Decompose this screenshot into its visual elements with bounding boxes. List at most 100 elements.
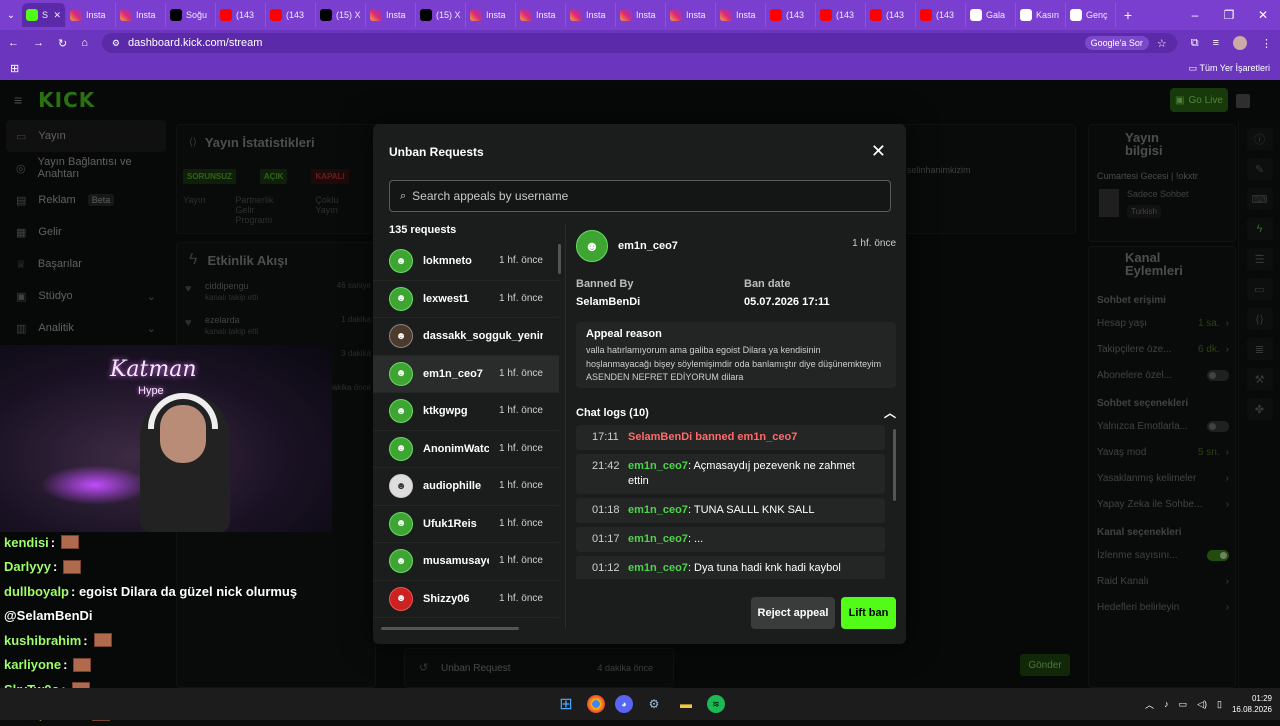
tab-6[interactable]: (15) X (316, 3, 366, 27)
tab-16[interactable]: (143 (816, 3, 866, 27)
request-username: AnonimWatcherX (423, 443, 489, 455)
restore-icon[interactable]: ❐ (1212, 8, 1246, 22)
tab-label: Gala (986, 10, 1005, 20)
chevron-up-tray-icon[interactable]: ︿ (1145, 698, 1154, 711)
reject-appeal-button[interactable]: Reject appeal (751, 597, 835, 629)
list-item[interactable]: ☻Ufuk1Reis1 hf. önce (373, 506, 559, 544)
tab-10[interactable]: Insta (516, 3, 566, 27)
tab-18[interactable]: (143 (916, 3, 966, 27)
appeal-reason-text: valla hatırlamıyorum ama galiba egoist D… (586, 344, 886, 385)
new-tab-button[interactable]: + (1116, 7, 1140, 23)
mic-icon[interactable]: ♪ (1164, 699, 1169, 709)
request-username: Shizzy06 (423, 593, 489, 605)
appeal-detail: ☻ em1n_ceo7 1 hf. önce Banned By SelamBe… (576, 224, 896, 624)
tab-label: S (42, 10, 48, 20)
close-icon[interactable]: ✕ (871, 142, 886, 160)
request-list-scrollbar[interactable] (558, 244, 561, 274)
all-bookmarks-link[interactable]: ▭ Tüm Yer İşaretleri (1189, 63, 1270, 74)
list-item[interactable]: ☻musamusayev1 hf. önce (373, 543, 559, 581)
tab-3[interactable]: Soğu (166, 3, 216, 27)
tab-13[interactable]: Insta (666, 3, 716, 27)
chat-log-scrollbar[interactable] (893, 429, 896, 501)
steam-icon[interactable]: ⚙ (643, 693, 665, 715)
log-username[interactable]: em1n_ceo7 (628, 460, 688, 472)
tab-0[interactable]: S✕ (22, 3, 66, 27)
home-icon[interactable]: ⌂ (81, 37, 88, 49)
tab-2[interactable]: Insta (116, 3, 166, 27)
minimize-icon[interactable]: – (1178, 8, 1212, 22)
tab-7[interactable]: Insta (366, 3, 416, 27)
tab-1[interactable]: Insta (66, 3, 116, 27)
tab-search-icon[interactable]: ⌄ (0, 10, 22, 21)
media-icon[interactable]: ≡ (1213, 37, 1219, 49)
apps-grid-icon[interactable]: ⊞ (10, 62, 19, 75)
chrome-icon[interactable] (587, 695, 605, 713)
list-item[interactable]: ☻dassakk_sogguk_yenirrrss (373, 318, 559, 356)
list-item[interactable]: ☻audiophille1 hf. önce (373, 468, 559, 506)
x-icon (420, 9, 432, 21)
log-username[interactable]: em1n_ceo7 (628, 533, 688, 545)
network-icon[interactable]: ▭ (1179, 699, 1188, 710)
list-item[interactable]: ☻AnonimWatcherX1 hf. önce (373, 431, 559, 469)
log-username[interactable]: em1n_ceo7 (628, 504, 688, 516)
request-list-hscrollbar[interactable] (381, 627, 519, 630)
avatar: ☻ (389, 437, 413, 461)
url-bar[interactable]: ⚙ dashboard.kick.com/stream Google'a Sor… (102, 33, 1177, 53)
back-icon[interactable]: ← (8, 37, 19, 49)
profile-avatar[interactable] (1233, 36, 1247, 50)
list-item[interactable]: ☻lexwest11 hf. önce (373, 281, 559, 319)
discord-icon[interactable]: ◕ (615, 695, 633, 713)
extensions-icon[interactable]: ⧉ (1191, 37, 1199, 50)
volume-icon[interactable]: ◁) (1197, 699, 1207, 710)
tab-8[interactable]: (15) X (416, 3, 466, 27)
forward-icon[interactable]: → (33, 37, 44, 49)
log-time: 21:42 (592, 459, 620, 489)
tab-15[interactable]: (143 (766, 3, 816, 27)
tab-label: Insta (486, 10, 506, 20)
search-icon: ⌕ (400, 190, 406, 203)
chat-logs-header[interactable]: Chat logs (10) ︿ (576, 404, 896, 421)
tab-5[interactable]: (143 (266, 3, 316, 27)
youtube-icon (270, 9, 282, 21)
google-ask-button[interactable]: Google'a Sor (1085, 36, 1149, 50)
spotify-icon[interactable]: ≋ (707, 695, 725, 713)
instagram-icon (370, 9, 382, 21)
folder-icon[interactable]: ▬ (675, 693, 697, 715)
tab-19[interactable]: Gala (966, 3, 1016, 27)
tab-9[interactable]: Insta (466, 3, 516, 27)
tab-12[interactable]: Insta (616, 3, 666, 27)
bookmark-star-icon[interactable]: ☆ (1157, 37, 1167, 50)
tab-20[interactable]: Kasın (1016, 3, 1066, 27)
clock[interactable]: 01:29 16.08.2026 (1232, 693, 1272, 715)
chat-message: @SelamBenDi (0, 604, 330, 629)
windows-start-icon[interactable]: ⊞ (555, 693, 577, 715)
request-time: 1 hf. önce (499, 518, 543, 530)
close-window-icon[interactable]: ✕ (1246, 8, 1280, 22)
tab-14[interactable]: Insta (716, 3, 766, 27)
list-item[interactable]: ☻Shizzy061 hf. önce (373, 581, 559, 619)
appeal-search-box[interactable]: ⌕ (389, 180, 891, 212)
list-item[interactable]: ☻em1n_ceo71 hf. önce (373, 356, 559, 394)
tab-17[interactable]: (143 (866, 3, 916, 27)
log-message-wrap: em1n_ceo7: Dya tuna hadi knk hadi kaybol (628, 561, 841, 576)
tab-label: Insta (536, 10, 556, 20)
list-item[interactable]: ☻ktkgwpg1 hf. önce (373, 393, 559, 431)
reload-icon[interactable]: ↻ (58, 37, 67, 50)
tab-label: (15) X (436, 10, 461, 20)
tab-4[interactable]: (143 (216, 3, 266, 27)
appeal-search-input[interactable] (412, 189, 880, 203)
tab-21[interactable]: Genç (1066, 3, 1116, 27)
list-item[interactable]: ☻lokmneto1 hf. önce (373, 243, 559, 281)
chevron-up-icon[interactable]: ︿ (884, 404, 896, 421)
detail-user: ☻ em1n_ceo7 (576, 230, 678, 262)
menu-icon[interactable]: ⋮ (1261, 37, 1272, 50)
avatar: ☻ (389, 362, 413, 386)
tab-label: (143 (286, 10, 304, 20)
battery-icon[interactable]: ▯ (1217, 699, 1222, 710)
lift-ban-button[interactable]: Lift ban (841, 597, 896, 629)
tab-11[interactable]: Insta (566, 3, 616, 27)
site-info-icon[interactable]: ⚙ (112, 38, 120, 49)
log-username[interactable]: em1n_ceo7 (628, 562, 688, 574)
tab-close-icon[interactable]: ✕ (53, 10, 61, 21)
chat-username: karliyone (4, 657, 61, 672)
